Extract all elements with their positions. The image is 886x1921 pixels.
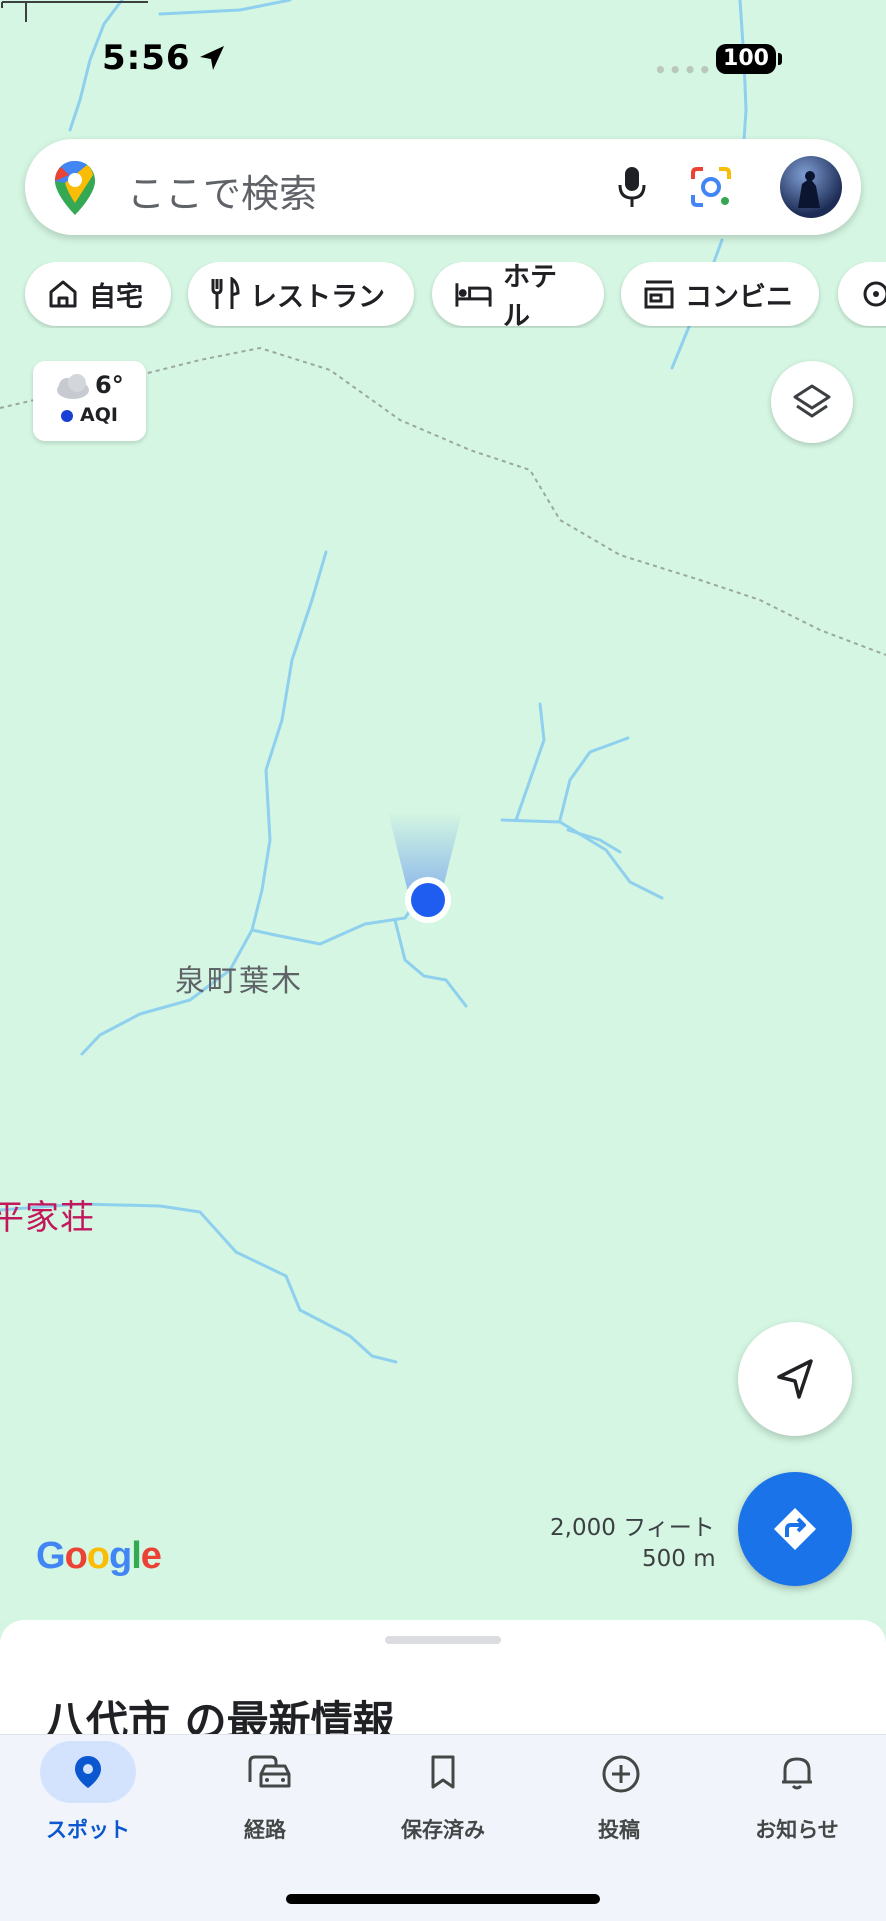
weather-widget[interactable]: 6° AQI [33, 361, 146, 441]
scale-meters: 500 m [642, 1546, 716, 1572]
stream [514, 702, 546, 822]
nav-commute[interactable]: 経路 [190, 1735, 340, 1865]
temperature: 6° [95, 371, 124, 399]
sheet-drag-handle[interactable] [385, 1636, 501, 1644]
my-location-button[interactable] [738, 1322, 852, 1436]
chip-label: コンビニ [685, 281, 793, 313]
chip-home[interactable]: 自宅 [25, 262, 171, 326]
location-services-icon [200, 46, 224, 70]
nav-label: 投稿 [598, 1818, 640, 1842]
nav-label: スポット [46, 1818, 130, 1842]
chip-label: ホテル [503, 262, 558, 328]
location-pin-icon [75, 1756, 101, 1788]
commute-icon [248, 1755, 291, 1788]
nav-explore[interactable]: スポット [13, 1735, 163, 1865]
profile-avatar[interactable] [780, 156, 842, 218]
chip-more[interactable] [838, 262, 886, 326]
chip-hotel[interactable]: ホテル [432, 262, 604, 328]
bookmark-icon [431, 1755, 455, 1789]
nav-label: お知らせ [755, 1818, 839, 1842]
chip-label: レストラン [250, 281, 385, 313]
restaurant-icon [211, 277, 240, 309]
stream [393, 918, 468, 1008]
poi-label[interactable]: 平家荘 [0, 1190, 95, 1239]
bottom-navigation: スポット 経路 保存済み 投稿 お知らせ [0, 1734, 886, 1921]
microphone-icon[interactable] [617, 165, 647, 209]
store-icon [644, 280, 674, 309]
attraction-icon [863, 281, 886, 307]
nav-label: 経路 [244, 1818, 286, 1842]
directions-icon [774, 1508, 816, 1550]
place-label[interactable]: 泉町葉木 [175, 956, 303, 1000]
cloud-icon [57, 374, 89, 399]
add-circle-icon [602, 1755, 640, 1793]
chip-label: 自宅 [89, 281, 143, 313]
hotel-icon [455, 283, 492, 307]
maps-logo-icon [55, 161, 95, 215]
signal-dots-icon: •••• [654, 58, 714, 82]
bottom-sheet[interactable]: 八代市 の最新情報 [0, 1620, 886, 1746]
navigation-arrow-icon [777, 1359, 813, 1399]
nav-contribute[interactable]: 投稿 [544, 1735, 694, 1865]
google-logo: Google [36, 1535, 162, 1577]
bell-icon [782, 1757, 812, 1790]
stream [500, 818, 664, 900]
stream [558, 736, 630, 822]
search-bar[interactable]: ここで検索 [25, 139, 861, 235]
nav-updates[interactable]: お知らせ [722, 1735, 872, 1865]
category-chips: 自宅 レストラン ホテル コンビニ [0, 262, 886, 328]
nav-label: 保存済み [401, 1818, 485, 1842]
avatar-image [798, 171, 820, 208]
battery-level: 100 [716, 44, 776, 74]
lens-camera-icon[interactable] [689, 165, 733, 209]
home-indicator[interactable] [286, 1894, 600, 1904]
aqi-dot [61, 410, 73, 422]
stream [250, 550, 432, 946]
nav-saved[interactable]: 保存済み [368, 1735, 518, 1865]
aqi-label: AQI [80, 404, 118, 426]
scale-feet: 2,000 フィート [550, 1515, 715, 1541]
clock: 5:56 [102, 38, 191, 78]
chip-convenience-store[interactable]: コンビニ [621, 262, 819, 326]
directions-button[interactable] [738, 1472, 852, 1586]
search-input[interactable]: ここで検索 [127, 163, 317, 218]
status-bar: 5:56 •••• 100 [0, 0, 886, 110]
map-canvas[interactable]: 泉町葉木 平家荘 6° AQI Google 2,000 フィート 500 m [0, 0, 886, 1620]
layers-icon [793, 384, 831, 418]
chip-restaurant[interactable]: レストラン [188, 262, 414, 326]
battery-icon [778, 53, 782, 65]
layers-button[interactable] [771, 361, 853, 443]
home-icon [49, 280, 77, 308]
